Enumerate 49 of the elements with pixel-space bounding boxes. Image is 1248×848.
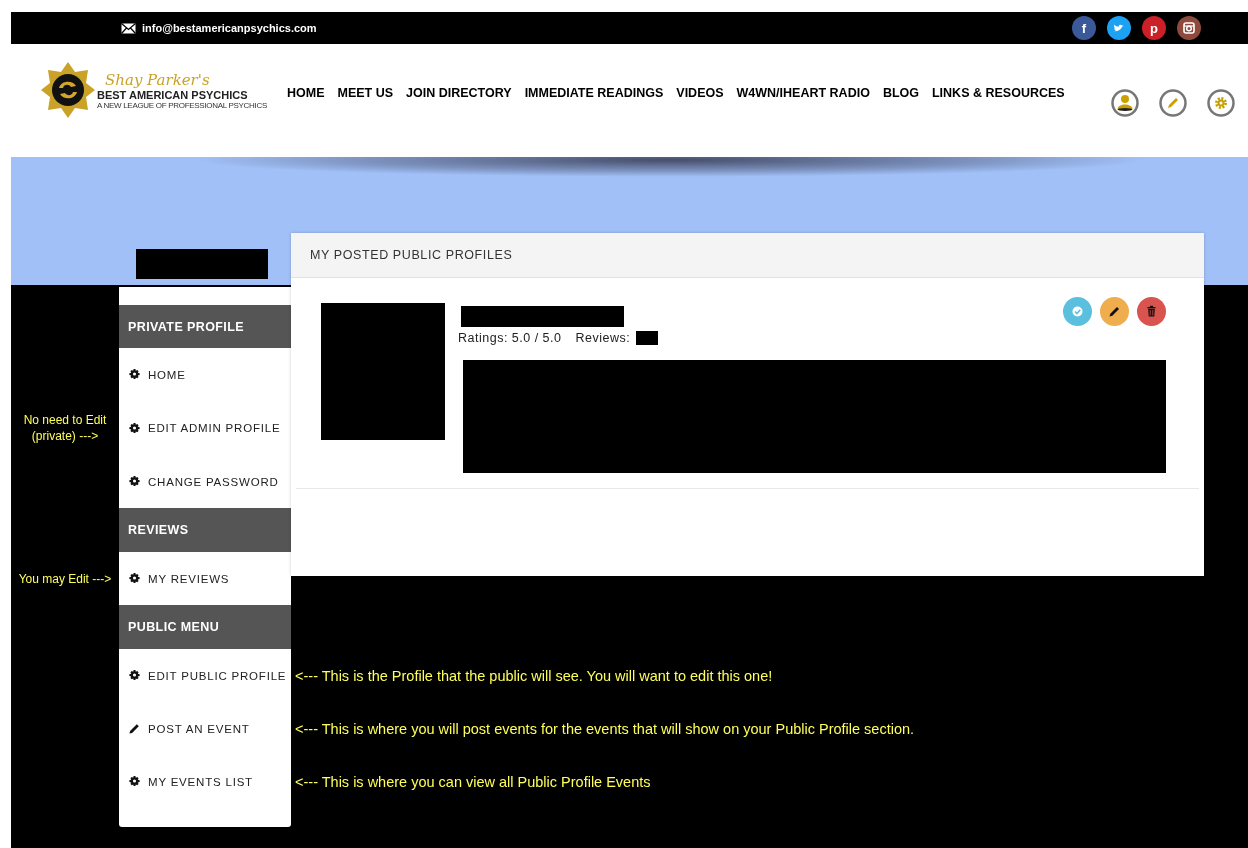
annotation-note: <--- This is where you can view all Public Profile Events [294,773,652,790]
annotation-note: <--- This is the Profile that the public will see. You will want to edit this one! [294,667,774,684]
nav-link[interactable]: JOIN DIRECTORY [406,86,512,100]
nav-link[interactable]: HOME [287,86,325,100]
nav-link[interactable]: BLOG [882,86,919,100]
sidebar-item[interactable]: CHANGE PASSWORD [119,455,291,508]
annotation-note: You may Edit ---> [17,570,113,587]
mail-icon [121,22,136,34]
sidebar-item[interactable]: POST AN EVENT [119,702,291,755]
gear-icon [129,670,140,681]
logo-name: BEST AMERICAN PSYCHICS [97,88,249,101]
delete-button[interactable] [1137,297,1166,326]
annotation-note: No need to Edit (private) ---> [22,412,108,444]
card-title: MY POSTED PUBLIC PROFILES [310,248,513,262]
sidebar-item[interactable]: MY REVIEWS [119,552,291,605]
logo-tagline: A NEW LEAGUE OF PROFESSIONAL PSYCHICS [97,100,267,110]
gear-icon [129,573,140,584]
nav-link[interactable]: LINKS & RESOURCES [932,86,1065,100]
sidebar-item[interactable]: EDIT ADMIN PROFILE [119,401,291,455]
gear-icon[interactable] [1207,89,1235,117]
bird-icon[interactable] [1107,16,1131,40]
gear-icon [129,476,140,487]
camera-icon[interactable] [1177,16,1201,40]
gear-icon [129,422,140,434]
user-icon[interactable] [1111,89,1139,117]
nav-link[interactable]: W4WN/IHEART RADIO [736,86,870,100]
social-link[interactable]: p [1142,16,1166,40]
pencil-icon[interactable] [1159,89,1187,117]
pencil-icon [129,723,140,734]
edit-button[interactable] [1100,297,1129,326]
sidebar-item[interactable]: HOME [119,348,291,401]
gear-icon [129,369,140,380]
email-link[interactable]: info@bestamericanpsychics.com [142,22,317,34]
sidebar-item[interactable]: EDIT PUBLIC PROFILE [119,649,291,702]
nav-link[interactable]: MEET US [337,86,394,100]
annotation-note: <--- This is where you will post events for the events that will show on your Public Profile section. [294,720,916,737]
sidebar-item[interactable]: MY EVENTS LIST [119,755,291,808]
logo-emblem-icon [41,62,95,118]
sidebar-section-header: REVIEWS [119,508,291,552]
gear-icon [129,776,140,787]
social-link[interactable]: f [1072,16,1096,40]
reviews-label: Reviews: [575,331,631,345]
sidebar-section-header: PRIVATE PROFILE [119,305,291,348]
nav-link[interactable]: VIDEOS [676,86,724,100]
redaction-block [636,331,659,345]
sidebar-section-header: PUBLIC MENU [119,605,291,649]
logo-script: Shay Parker's [104,70,211,89]
nav-link[interactable]: IMMEDIATE READINGS [524,86,664,100]
ratings-text: Ratings: 5.0 / 5.0 [458,331,562,345]
